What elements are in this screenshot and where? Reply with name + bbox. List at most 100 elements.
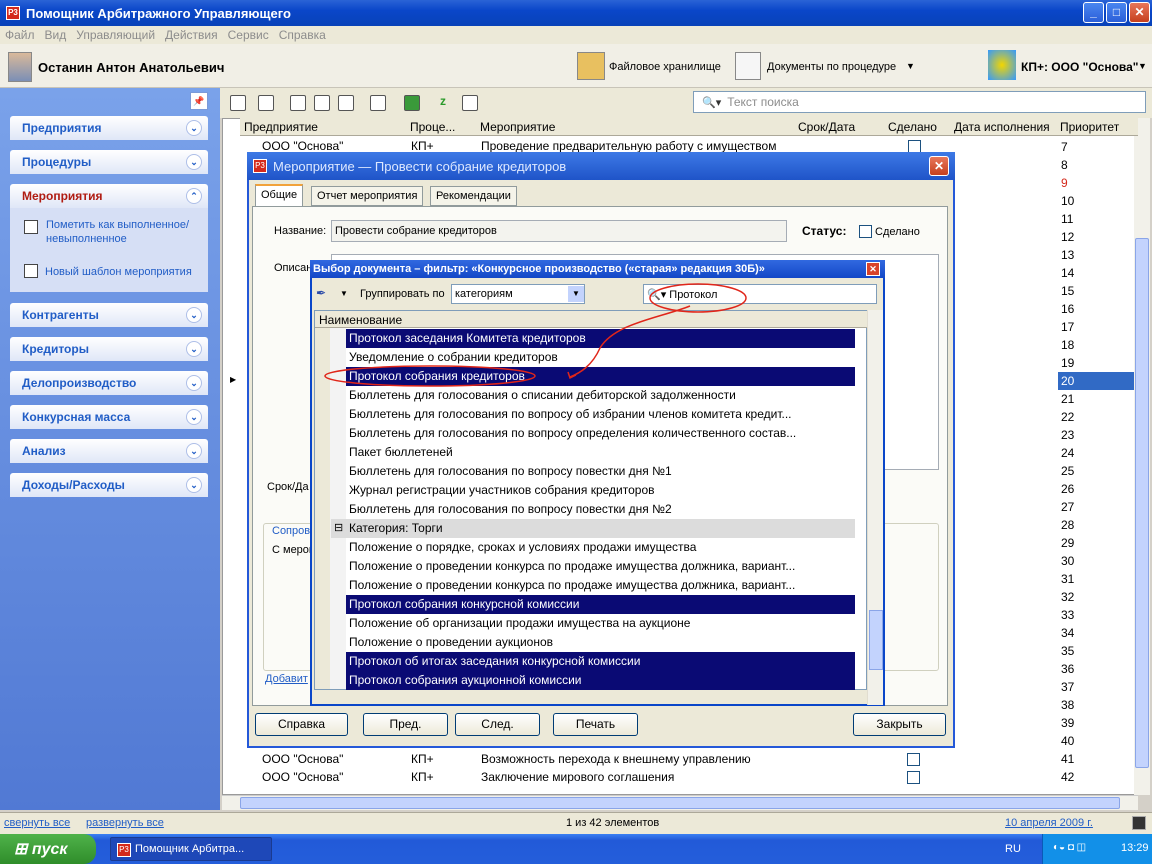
edit-icon[interactable] bbox=[258, 95, 274, 111]
menu-manager[interactable]: Управляющий bbox=[76, 28, 155, 42]
new-event-icon[interactable] bbox=[290, 95, 306, 111]
help-button[interactable]: Справка bbox=[255, 713, 348, 736]
list-item[interactable]: Бюллетень для голосования по вопросу пов… bbox=[346, 462, 855, 481]
table-row[interactable]: ООО "Основа" КП+ Возможность перехода к … bbox=[262, 752, 1142, 770]
scroll-thumb[interactable] bbox=[1135, 238, 1149, 768]
prev-button[interactable]: Пред. bbox=[363, 713, 448, 736]
list-item[interactable]: Бюллетень для голосования по вопросу об … bbox=[346, 405, 855, 424]
list-item[interactable]: Положение об организации продажи имущест… bbox=[346, 614, 855, 633]
list-item[interactable]: Пакет бюллетеней bbox=[346, 443, 855, 462]
minimize-button[interactable]: _ bbox=[1083, 2, 1104, 23]
add-link[interactable]: Добавит bbox=[265, 673, 308, 685]
file-storage-link[interactable]: Файловое хранилище bbox=[609, 61, 721, 73]
sidebar-item-enterprises[interactable]: Предприятия ⌄ bbox=[10, 116, 208, 140]
col-deadline[interactable]: Срок/Дата bbox=[798, 120, 855, 134]
menu-service[interactable]: Сервис bbox=[228, 28, 269, 42]
menu-actions[interactable]: Действия bbox=[165, 28, 218, 42]
scroll-thumb[interactable] bbox=[240, 797, 1120, 809]
search-input[interactable]: 🔍▾ Текст поиска bbox=[693, 91, 1146, 113]
tab-recommendations[interactable]: Рекомендации bbox=[430, 186, 517, 206]
close-dialog-button[interactable]: Закрыть bbox=[853, 713, 946, 736]
columns-icon[interactable] bbox=[462, 95, 478, 111]
open-icon[interactable] bbox=[230, 95, 246, 111]
close-button[interactable]: ✕ bbox=[1129, 2, 1150, 23]
sidebar-item-income[interactable]: Доходы/Расходы ⌄ bbox=[10, 473, 208, 497]
close-button[interactable]: ✕ bbox=[929, 156, 949, 176]
list-item[interactable]: Положение о порядке, сроках и условиях п… bbox=[346, 538, 855, 557]
expand-all-link[interactable]: развернуть все bbox=[86, 817, 164, 829]
menu-view[interactable]: Вид bbox=[45, 28, 67, 42]
tab-report[interactable]: Отчет мероприятия bbox=[311, 186, 424, 206]
print-button[interactable]: Печать bbox=[553, 713, 638, 736]
col-done[interactable]: Сделано bbox=[888, 120, 937, 134]
col-event[interactable]: Мероприятие bbox=[480, 120, 555, 134]
chevron-down-icon[interactable]: ⌄ bbox=[186, 477, 202, 493]
chevron-down-icon[interactable]: ▼ bbox=[1138, 61, 1147, 71]
list-item[interactable]: Бюллетень для голосования по вопросу пов… bbox=[346, 500, 855, 519]
file-storage-icon[interactable] bbox=[577, 52, 605, 80]
list-scrollbar[interactable] bbox=[867, 310, 883, 705]
chevron-down-icon[interactable]: ⌄ bbox=[186, 120, 202, 136]
list-item[interactable]: Протокол собрания аукционной комиссии bbox=[346, 671, 855, 690]
list-item[interactable]: Положение о проведении аукционов bbox=[346, 633, 855, 652]
sidebar-item-creditors[interactable]: Кредиторы ⌄ bbox=[10, 337, 208, 361]
new-template-link[interactable]: Новый шаблон мероприятия bbox=[45, 266, 192, 278]
done-checkbox[interactable] bbox=[907, 771, 920, 784]
sidebar-item-contractors[interactable]: Контрагенты ⌄ bbox=[10, 303, 208, 327]
language-indicator[interactable]: RU bbox=[1005, 843, 1021, 855]
menu-help[interactable]: Справка bbox=[279, 28, 326, 42]
refresh-icon[interactable]: z bbox=[440, 94, 446, 108]
chevron-up-icon[interactable]: ⌃ bbox=[186, 188, 202, 204]
print-icon[interactable] bbox=[370, 95, 386, 111]
check-icon[interactable] bbox=[314, 95, 330, 111]
horizontal-scrollbar[interactable] bbox=[222, 795, 1138, 810]
search-icon[interactable]: 🔍▾ bbox=[702, 96, 721, 109]
list-item[interactable]: Журнал регистрации участников собрания к… bbox=[346, 481, 855, 500]
done-checkbox[interactable] bbox=[859, 225, 872, 238]
sidebar-item-analysis[interactable]: Анализ ⌄ bbox=[10, 439, 208, 463]
list-item[interactable]: Протокол собрания конкурсной комиссии bbox=[346, 595, 855, 614]
maximize-button[interactable]: □ bbox=[1106, 2, 1127, 23]
col-procedure[interactable]: Проце... bbox=[410, 120, 455, 134]
mark-done-link[interactable]: Пометить как выполненное/невыполненное bbox=[46, 218, 196, 246]
table-row[interactable]: ООО "Основа" КП+ Заключение мирового сог… bbox=[262, 770, 1142, 788]
grid-scrollbar[interactable] bbox=[1134, 118, 1150, 795]
list-item[interactable]: Положение о проведении конкурса по прода… bbox=[346, 557, 855, 576]
procedure-selector[interactable]: КП+: ООО "Основа" bbox=[1021, 60, 1138, 74]
next-button[interactable]: След. bbox=[455, 713, 540, 736]
chevron-down-icon[interactable]: ▼ bbox=[906, 61, 915, 71]
col-completed-date[interactable]: Дата исполнения bbox=[954, 120, 1050, 134]
name-field[interactable]: Провести собрание кредиторов bbox=[331, 220, 787, 242]
menu-file[interactable]: Файл bbox=[5, 28, 35, 42]
chevron-down-icon[interactable]: ⌄ bbox=[186, 409, 202, 425]
date-link[interactable]: 10 апреля 2009 г. bbox=[1005, 817, 1093, 829]
tab-general[interactable]: Общие bbox=[255, 184, 304, 207]
chevron-down-icon[interactable]: ⌄ bbox=[186, 307, 202, 323]
documents-link[interactable]: Документы по процедуре bbox=[767, 61, 896, 73]
chevron-down-icon[interactable]: ⌄ bbox=[186, 375, 202, 391]
done-checkbox[interactable] bbox=[907, 753, 920, 766]
start-button[interactable]: ⊞ пуск bbox=[0, 834, 96, 864]
sidebar-item-procedures[interactable]: Процедуры ⌄ bbox=[10, 150, 208, 174]
list-item[interactable]: Бюллетень для голосования по вопросу опр… bbox=[346, 424, 855, 443]
pin-icon[interactable]: 📌 bbox=[190, 92, 208, 110]
delete-icon[interactable] bbox=[338, 95, 354, 111]
excel-icon[interactable] bbox=[404, 95, 420, 111]
sidebar-item-records[interactable]: Делопроизводство ⌄ bbox=[10, 371, 208, 395]
taskbar-app-button[interactable]: P3 Помощник Арбитра... bbox=[110, 837, 272, 861]
chevron-down-icon[interactable]: ⌄ bbox=[186, 154, 202, 170]
close-icon[interactable]: ✕ bbox=[866, 262, 880, 276]
sidebar-item-estate[interactable]: Конкурсная масса ⌄ bbox=[10, 405, 208, 429]
collapse-all-link[interactable]: свернуть все bbox=[4, 817, 70, 829]
list-item[interactable]: Положение о проведении конкурса по прода… bbox=[346, 576, 855, 595]
col-enterprise[interactable]: Предприятие bbox=[244, 120, 318, 134]
chevron-down-icon[interactable]: ⌄ bbox=[186, 443, 202, 459]
collapse-icon[interactable]: ⊟ bbox=[334, 519, 343, 538]
tray-icons[interactable]: ◐◒ ◘ ◫ bbox=[1053, 842, 1086, 853]
list-item[interactable]: Протокол об итогах заседания конкурсной … bbox=[346, 652, 855, 671]
chevron-down-icon[interactable]: ⌄ bbox=[186, 341, 202, 357]
category-row[interactable]: ⊟ Категория: Торги bbox=[331, 519, 855, 538]
scroll-thumb[interactable] bbox=[869, 610, 883, 670]
sidebar-item-events[interactable]: Мероприятия ⌃ bbox=[10, 184, 208, 208]
col-priority[interactable]: Приоритет bbox=[1060, 120, 1119, 134]
